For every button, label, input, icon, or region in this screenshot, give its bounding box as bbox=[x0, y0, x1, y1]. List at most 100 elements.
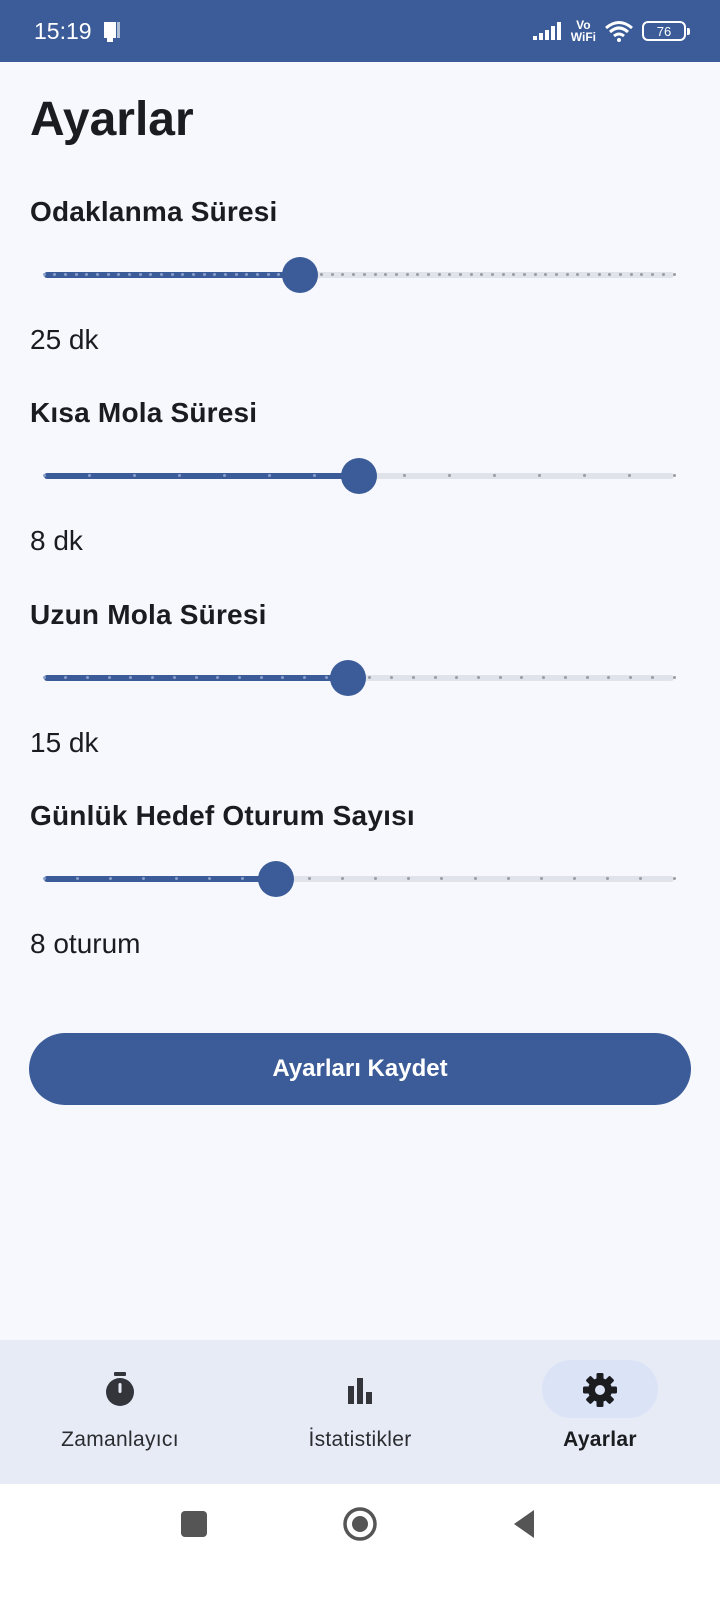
vowifi-bottom: WiFi bbox=[570, 30, 596, 44]
slider-tick bbox=[312, 474, 316, 477]
home-icon[interactable] bbox=[340, 1504, 380, 1544]
slider-tick bbox=[362, 273, 366, 276]
daily-goal-slider[interactable] bbox=[42, 860, 676, 900]
slider-tick bbox=[224, 273, 228, 276]
setting-focus-duration: Odaklanma Süresi 25 dk bbox=[30, 196, 680, 355]
status-time: 15:19 bbox=[34, 18, 92, 44]
nav-item-timer[interactable]: Zamanlayıcı bbox=[0, 1340, 240, 1484]
slider-tick bbox=[172, 676, 176, 679]
nav-item-settings[interactable]: Ayarlar bbox=[480, 1340, 720, 1484]
slider-tick bbox=[661, 273, 665, 276]
slider-tick bbox=[411, 676, 415, 679]
setting-daily-goal: Günlük Hedef Oturum Sayısı 8 oturum bbox=[30, 800, 680, 959]
notification-icon bbox=[104, 22, 120, 42]
slider-tick bbox=[307, 877, 311, 880]
setting-value: 8 dk bbox=[30, 525, 83, 556]
slider-tick bbox=[539, 877, 543, 880]
slider-tick bbox=[75, 877, 79, 880]
slider-tick bbox=[492, 474, 496, 477]
slider-tick bbox=[498, 676, 502, 679]
slider-tick bbox=[42, 474, 46, 477]
slider-tick bbox=[191, 273, 195, 276]
slider-tick bbox=[650, 676, 654, 679]
slider-tick bbox=[458, 273, 462, 276]
slider-tick bbox=[533, 273, 537, 276]
vowifi-icon: Vo WiFi bbox=[571, 19, 596, 43]
slider-tick bbox=[340, 877, 344, 880]
slider-tick bbox=[141, 877, 145, 880]
setting-long-break: Uzun Mola Süresi 15 dk bbox=[30, 599, 680, 758]
slider-tick bbox=[426, 273, 430, 276]
short-break-slider[interactable] bbox=[42, 457, 676, 497]
slider-tick bbox=[238, 676, 242, 679]
slider-tick bbox=[394, 273, 398, 276]
long-break-slider[interactable] bbox=[42, 659, 676, 699]
status-indicators: Vo WiFi 76 bbox=[532, 14, 690, 48]
slider-tick bbox=[469, 273, 473, 276]
wifi-icon bbox=[605, 21, 633, 42]
slider-tick bbox=[138, 273, 142, 276]
slider-tick bbox=[222, 474, 226, 477]
focus-duration-slider[interactable] bbox=[42, 256, 676, 296]
slider-tick bbox=[106, 273, 110, 276]
nav-label: İstatistikler bbox=[308, 1428, 412, 1451]
slider-tick bbox=[573, 877, 577, 880]
slider-tick bbox=[267, 474, 271, 477]
slider-tick bbox=[476, 676, 480, 679]
slider-tick bbox=[672, 273, 676, 276]
slider-tick bbox=[42, 877, 46, 880]
slider-tick bbox=[63, 273, 67, 276]
slider-tick bbox=[202, 273, 206, 276]
stopwatch-icon bbox=[106, 1372, 134, 1406]
slider-thumb[interactable] bbox=[258, 861, 295, 897]
slider-tick bbox=[447, 474, 451, 477]
slider-tick bbox=[373, 273, 377, 276]
slider-tick bbox=[266, 273, 270, 276]
slider-tick bbox=[127, 273, 131, 276]
back-icon[interactable] bbox=[506, 1504, 546, 1544]
slider-tick bbox=[672, 877, 676, 880]
setting-label: Odaklanma Süresi bbox=[30, 196, 278, 227]
slider-tick bbox=[324, 676, 328, 679]
slider-tick bbox=[672, 676, 676, 679]
slider-tick bbox=[565, 273, 569, 276]
slider-tick bbox=[194, 676, 198, 679]
battery-indicator: 76 bbox=[642, 21, 690, 41]
slider-thumb[interactable] bbox=[341, 458, 377, 494]
slider-thumb[interactable] bbox=[282, 257, 319, 293]
setting-label: Uzun Mola Süresi bbox=[30, 599, 267, 630]
bar-chart-icon bbox=[348, 1378, 372, 1404]
slider-tick bbox=[473, 877, 477, 880]
slider-tick bbox=[490, 273, 494, 276]
slider-tick bbox=[42, 273, 46, 276]
page-title: Ayarlar bbox=[30, 93, 194, 146]
save-settings-button[interactable]: Ayarları Kaydet bbox=[29, 1033, 691, 1105]
slider-tick bbox=[437, 273, 441, 276]
setting-short-break: Kısa Mola Süresi 8 dk bbox=[30, 397, 680, 556]
slider-tick bbox=[159, 273, 163, 276]
nav-label: Ayarlar bbox=[563, 1428, 637, 1451]
recents-icon[interactable] bbox=[174, 1504, 214, 1544]
slider-thumb[interactable] bbox=[330, 660, 367, 696]
setting-label: Günlük Hedef Oturum Sayısı bbox=[30, 800, 415, 831]
slider-tick bbox=[585, 676, 589, 679]
slider-tick bbox=[132, 474, 136, 477]
slider-tick bbox=[259, 676, 263, 679]
setting-value: 25 dk bbox=[30, 324, 99, 355]
slider-tick bbox=[87, 474, 91, 477]
slider-tick bbox=[234, 273, 238, 276]
slider-tick bbox=[582, 474, 586, 477]
slider-tick bbox=[42, 676, 46, 679]
slider-tick bbox=[433, 676, 437, 679]
slider-tick bbox=[537, 474, 541, 477]
signal-icon bbox=[532, 22, 561, 40]
nav-label: Zamanlayıcı bbox=[61, 1428, 179, 1451]
status-bar: 15:19 Vo WiFi 76 bbox=[0, 0, 720, 62]
nav-item-statistics[interactable]: İstatistikler bbox=[240, 1340, 480, 1484]
slider-tick bbox=[405, 273, 409, 276]
slider-tick bbox=[108, 877, 112, 880]
slider-tick bbox=[95, 273, 99, 276]
gear-icon bbox=[583, 1373, 617, 1407]
slider-tick bbox=[107, 676, 111, 679]
slider-tick bbox=[402, 474, 406, 477]
